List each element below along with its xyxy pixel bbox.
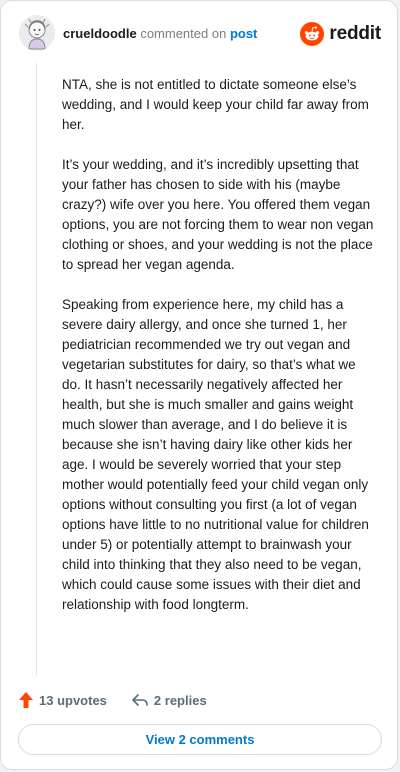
avatar-doodle-icon xyxy=(19,15,55,51)
comment-actions: 13 upvotes 2 replies xyxy=(18,690,207,710)
upvote-button[interactable]: 13 upvotes xyxy=(18,691,107,709)
post-link[interactable]: post xyxy=(230,26,257,41)
username-link[interactable]: crueldoodle xyxy=(63,26,137,41)
comment-paragraph: NTA, she is not entitled to dictate some… xyxy=(62,77,369,132)
comment-card: crueldoodle commented on post reddit NTA… xyxy=(0,0,398,770)
replies-button[interactable]: 2 replies xyxy=(131,692,207,708)
reddit-logo-icon xyxy=(300,22,325,46)
replies-count: 2 replies xyxy=(153,692,207,708)
action-text: commented on xyxy=(140,26,227,41)
comment-meta: crueldoodle commented on post xyxy=(63,26,257,41)
comment-header: crueldoodle commented on post reddit xyxy=(19,15,381,55)
brand-wordmark: reddit xyxy=(329,23,381,44)
avatar[interactable] xyxy=(19,15,55,51)
upvote-arrow-icon xyxy=(19,692,33,708)
thread-line xyxy=(36,63,37,675)
comment-paragraph: It’s your wedding, and it’s incredibly u… xyxy=(62,157,374,272)
reddit-brand[interactable]: reddit xyxy=(300,21,381,47)
upvote-count: 13 upvotes xyxy=(39,692,107,708)
comment-paragraph: Speaking from experience here, my child … xyxy=(62,297,369,612)
comment-body: NTA, she is not entitled to dictate some… xyxy=(62,75,374,635)
reply-arrow-icon xyxy=(132,694,148,706)
view-comments-button[interactable]: View 2 comments xyxy=(18,724,382,755)
